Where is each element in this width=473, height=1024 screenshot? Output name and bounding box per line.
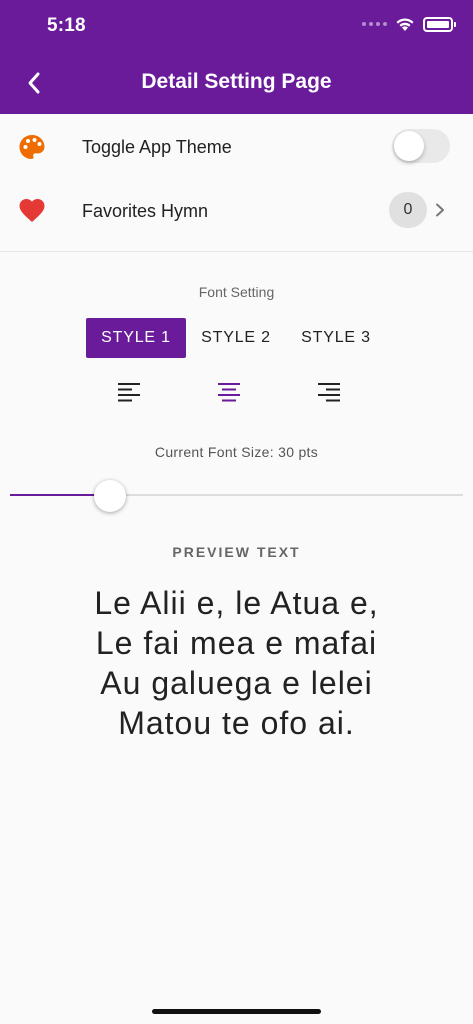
preview-line: Le Alii e, le Atua e, [94,585,379,621]
preview-line: Matou te ofo ai. [118,705,355,741]
favorites-label: Favorites Hymn [82,200,209,221]
slider-thumb[interactable] [94,480,126,512]
wifi-icon [396,18,414,31]
font-setting-heading: Font Setting [198,284,275,300]
preview-heading: PREVIEW TEXT [172,544,301,560]
battery-icon [423,16,456,32]
style-2-button[interactable]: STYLE 2 [186,318,286,358]
preview-line: Au galuega e lelei [100,665,373,701]
favorites-row[interactable]: Favorites Hymn 0 [0,179,473,243]
app-bar: 5:18 Detail Setting Page [0,0,473,114]
preview-text: Le Alii e, le Atua e, Le fai mea e mafai… [0,583,473,743]
current-font-size-label: Current Font Size: 30 pts [154,444,319,460]
font-size-slider[interactable] [10,480,463,512]
theme-toggle-switch[interactable] [392,129,450,163]
align-right-icon[interactable] [316,380,342,406]
chevron-right-icon [436,203,444,217]
align-left-icon[interactable] [116,380,142,406]
favorites-count-badge: 0 [389,192,427,228]
preview-line: Le fai mea e mafai [95,625,378,661]
signal-dots-icon [362,22,387,26]
home-indicator[interactable] [152,1009,321,1014]
divider [0,251,473,252]
palette-icon [19,135,45,159]
heart-icon [19,199,45,222]
status-time: 5:18 [47,15,86,36]
style-1-button[interactable]: STYLE 1 [86,318,186,358]
style-3-button[interactable]: STYLE 3 [286,318,386,358]
page-title: Detail Setting Page [141,70,332,93]
toggle-theme-row[interactable]: Toggle App Theme [0,115,473,179]
align-center-icon[interactable] [216,380,242,406]
toggle-theme-label: Toggle App Theme [82,136,232,157]
toggle-knob [394,131,424,161]
status-icons [362,16,456,32]
